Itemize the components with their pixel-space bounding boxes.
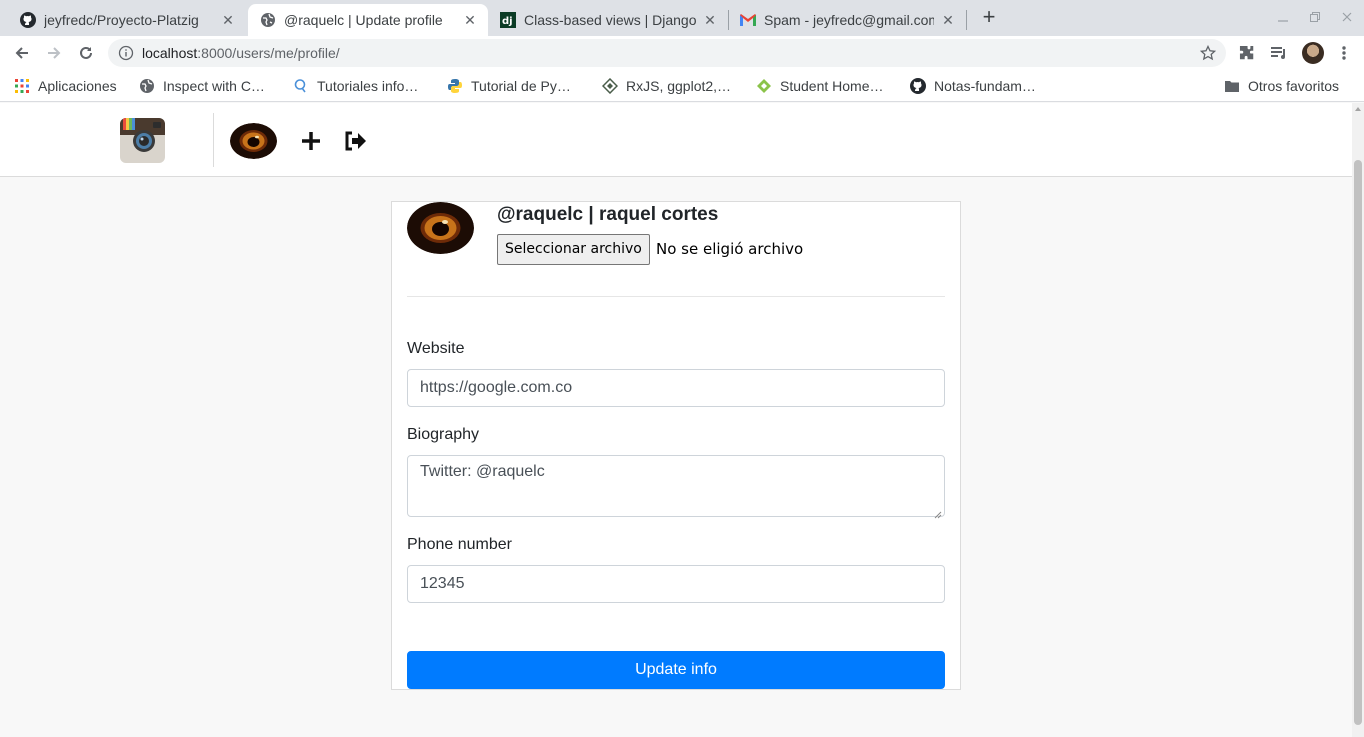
media-queue-icon[interactable] xyxy=(1269,43,1289,63)
github-icon xyxy=(20,12,36,28)
bookmark-tutoriales[interactable]: Tutoriales info… xyxy=(293,76,418,96)
github-icon xyxy=(910,78,926,94)
bookmark-label: Notas-fundam… xyxy=(934,78,1036,94)
biography-text: Twitter: @raquelc xyxy=(420,463,545,480)
biography-textarea[interactable]: Twitter: @raquelc xyxy=(407,455,945,519)
bookmark-inspect[interactable]: Inspect with C… xyxy=(139,76,265,96)
globe-icon xyxy=(139,78,155,94)
close-icon[interactable]: ✕ xyxy=(220,12,236,28)
globe-icon xyxy=(260,12,276,28)
window-close-icon[interactable] xyxy=(1337,8,1357,28)
url-host: localhost xyxy=(142,45,198,61)
profile-avatar[interactable] xyxy=(1302,42,1324,64)
tab-title: Class-based views | Django xyxy=(524,12,696,28)
tab-title: Spam - jeyfredc@gmail.com xyxy=(764,12,934,28)
file-status-text: No se eligió archivo xyxy=(656,240,804,258)
close-icon[interactable]: ✕ xyxy=(702,12,718,28)
svg-text:dj: dj xyxy=(502,16,513,27)
url-text: localhost:8000/users/me/profile/ xyxy=(142,45,340,61)
folder-icon xyxy=(1224,78,1240,94)
student-icon xyxy=(756,78,772,94)
bookmark-star-icon[interactable] xyxy=(1199,44,1217,61)
phone-label: Phone number xyxy=(407,536,512,553)
browser-toolbar: localhost:8000/users/me/profile/ xyxy=(0,36,1364,70)
bookmark-label: Aplicaciones xyxy=(38,78,117,94)
new-tab-button[interactable]: + xyxy=(977,6,1001,30)
divider xyxy=(407,296,945,297)
user-avatar[interactable] xyxy=(230,123,277,159)
django-icon: dj xyxy=(500,12,516,28)
resize-handle-icon[interactable] xyxy=(934,506,942,519)
close-icon[interactable]: ✕ xyxy=(940,12,956,28)
gmail-icon xyxy=(740,12,756,28)
tab-title: @raquelc | Update profile xyxy=(284,12,443,28)
profile-heading: @raquelc | raquel cortes xyxy=(497,204,719,225)
bookmark-label: Tutorial de Py… xyxy=(471,78,571,94)
instagram-logo-icon[interactable] xyxy=(120,118,165,163)
update-info-button[interactable]: Update info xyxy=(407,651,945,689)
bookmark-label: Tutoriales info… xyxy=(317,78,419,94)
menu-kebab-icon[interactable] xyxy=(1334,43,1354,63)
maximize-icon[interactable] xyxy=(1305,8,1325,28)
bookmark-student-home[interactable]: Student Home… xyxy=(756,76,884,96)
python-icon xyxy=(447,78,463,94)
apps-grid-icon xyxy=(14,78,30,94)
bookmark-aplicaciones[interactable]: Aplicaciones xyxy=(14,76,117,96)
bookmark-label: Student Home… xyxy=(780,78,884,94)
tab-separator xyxy=(966,10,967,30)
bookmarks-bar: Aplicaciones Inspect with C… Tutoriales … xyxy=(0,70,1364,102)
url-path: :8000/users/me/profile/ xyxy=(197,45,340,61)
page-viewport: @raquelc | raquel cortes Seleccionar arc… xyxy=(0,103,1352,737)
website-input[interactable]: https://google.com.co xyxy=(407,369,945,407)
browser-tab-strip: jeyfredc/Proyecto-Platzig ✕ @raquelc | U… xyxy=(0,0,1364,36)
minimize-icon[interactable] xyxy=(1273,8,1293,28)
bookmark-label: RxJS, ggplot2,… xyxy=(626,78,732,94)
rxjs-icon xyxy=(602,78,618,94)
biography-label: Biography xyxy=(407,426,480,443)
bookmark-notas[interactable]: Notas-fundam… xyxy=(910,76,1036,96)
reload-icon[interactable] xyxy=(74,41,98,65)
bookmark-other-favorites[interactable]: Otros favoritos xyxy=(1224,76,1339,96)
address-bar[interactable]: localhost:8000/users/me/profile/ xyxy=(108,39,1226,67)
choose-file-button[interactable]: Seleccionar archivo xyxy=(497,234,650,265)
tab-django-docs[interactable]: dj Class-based views | Django ✕ xyxy=(488,4,728,36)
search-tutorial-icon xyxy=(293,78,309,94)
phone-input[interactable]: 12345 xyxy=(407,565,945,603)
site-navbar xyxy=(0,103,1352,177)
scroll-up-arrow-icon[interactable] xyxy=(1355,107,1361,111)
bookmark-label: Otros favoritos xyxy=(1248,78,1340,94)
page-scrollbar[interactable] xyxy=(1352,103,1364,737)
close-icon[interactable]: ✕ xyxy=(462,12,478,28)
profile-picture xyxy=(407,202,474,254)
bookmark-rxjs[interactable]: RxJS, ggplot2,… xyxy=(602,76,731,96)
bookmark-label: Inspect with C… xyxy=(163,78,265,94)
bookmark-python[interactable]: Tutorial de Py… xyxy=(447,76,571,96)
info-icon[interactable] xyxy=(118,45,134,61)
tab-title: jeyfredc/Proyecto-Platzig xyxy=(44,12,199,28)
nav-divider xyxy=(213,113,214,167)
website-label: Website xyxy=(407,340,465,357)
tab-update-profile[interactable]: @raquelc | Update profile ✕ xyxy=(248,4,488,36)
plus-icon[interactable] xyxy=(300,130,322,152)
logout-icon[interactable] xyxy=(343,130,367,152)
forward-icon[interactable] xyxy=(42,41,66,65)
profile-form-card: @raquelc | raquel cortes Seleccionar arc… xyxy=(391,201,961,690)
back-icon[interactable] xyxy=(10,41,34,65)
scrollbar-thumb[interactable] xyxy=(1354,160,1362,725)
tab-gmail[interactable]: Spam - jeyfredc@gmail.com ✕ xyxy=(728,4,966,36)
extensions-icon[interactable] xyxy=(1237,43,1257,63)
tab-github[interactable]: jeyfredc/Proyecto-Platzig ✕ xyxy=(8,4,246,36)
